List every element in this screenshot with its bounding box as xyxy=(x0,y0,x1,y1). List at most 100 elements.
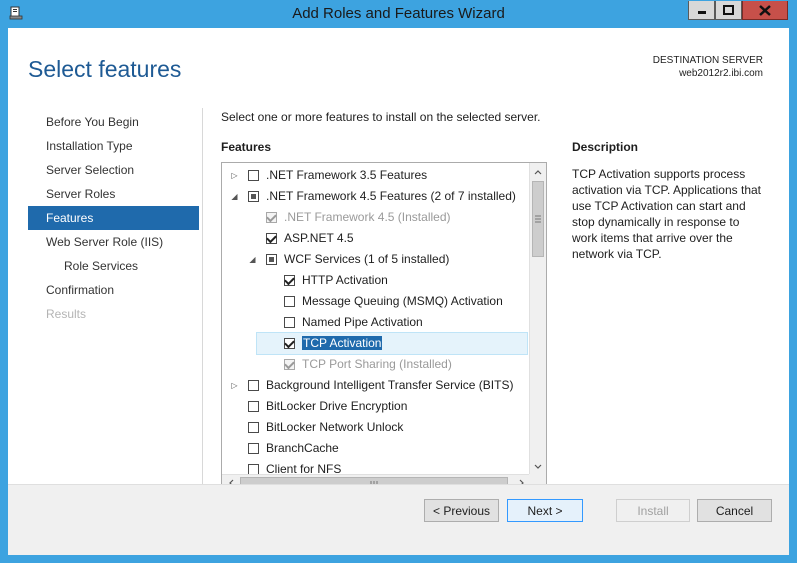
feature-label[interactable]: WCF Services (1 of 5 installed) xyxy=(284,252,449,266)
expanded-triangle-icon[interactable]: ◢ xyxy=(230,192,239,201)
scroll-down-button[interactable] xyxy=(530,458,546,474)
checkmark-icon xyxy=(284,337,295,348)
feature-row[interactable]: ASP.NET 4.5 xyxy=(222,228,530,249)
feature-label-text: .NET Framework 4.5 Features (2 of 7 inst… xyxy=(266,189,516,203)
wizard-nav: Before You Begin Installation Type Server … xyxy=(28,110,199,326)
scroll-up-button[interactable] xyxy=(530,164,546,180)
feature-checkbox xyxy=(284,358,295,370)
close-button[interactable] xyxy=(742,1,788,20)
feature-checkbox[interactable] xyxy=(284,296,295,307)
maximize-icon xyxy=(723,5,734,15)
feature-row[interactable]: ◢ .NET Framework 4.5 Features (2 of 7 ins… xyxy=(222,186,530,207)
nav-item-role-services[interactable]: Role Services xyxy=(28,254,199,278)
expanded-triangle-icon[interactable]: ◢ xyxy=(248,255,257,264)
feature-row[interactable]: BitLocker Network Unlock xyxy=(222,417,530,438)
feature-checkbox[interactable] xyxy=(248,401,259,412)
feature-label[interactable]: .NET Framework 4.5 (Installed) xyxy=(284,210,451,224)
grip-icon xyxy=(535,215,541,223)
feature-label[interactable]: BitLocker Network Unlock xyxy=(266,420,403,434)
feature-checkbox[interactable] xyxy=(266,254,277,265)
minimize-icon xyxy=(697,11,706,14)
nav-item-web-server-role-iis[interactable]: Web Server Role (IIS) xyxy=(28,230,199,254)
feature-label[interactable]: Message Queuing (MSMQ) Activation xyxy=(302,294,503,308)
feature-label-text: WCF Services (1 of 5 installed) xyxy=(284,252,450,266)
checkmark-icon xyxy=(284,274,295,285)
feature-label[interactable]: TCP Activation xyxy=(302,336,383,350)
nav-item-confirmation[interactable]: Confirmation xyxy=(28,278,199,302)
description-heading: Description xyxy=(572,140,639,154)
cancel-button[interactable]: Cancel xyxy=(697,499,772,522)
feature-label[interactable]: .NET Framework 3.5 Features xyxy=(266,168,427,182)
collapsed-triangle-icon[interactable]: ▷ xyxy=(230,171,239,180)
features-tree[interactable]: ▷ .NET Framework 3.5 Features ◢ .NET Framew… xyxy=(221,162,547,492)
feature-label[interactable]: .NET Framework 4.5 Features (2 of 7 inst… xyxy=(266,189,516,203)
nav-item-before-you-begin[interactable]: Before You Begin xyxy=(28,110,199,134)
feature-label[interactable]: Named Pipe Activation xyxy=(302,315,423,329)
minimize-button[interactable] xyxy=(688,1,715,20)
destination-label: DESTINATION SERVER xyxy=(652,55,763,66)
feature-row[interactable]: HTTP Activation xyxy=(222,270,530,291)
feature-checkbox[interactable] xyxy=(248,422,259,433)
feature-label[interactable]: Background Intelligent Transfer Service … xyxy=(266,378,513,392)
feature-checkbox[interactable] xyxy=(284,337,295,349)
vertical-scrollbar[interactable] xyxy=(529,163,546,475)
destination-server: DESTINATION SERVER web2012r2.ibi.com xyxy=(653,54,763,80)
feature-label-text: .NET Framework 4.5 (Installed) xyxy=(284,210,451,224)
feature-label-text: Background Intelligent Transfer Service … xyxy=(266,378,514,392)
feature-label-text: BranchCache xyxy=(266,441,339,455)
feature-checkbox[interactable] xyxy=(284,274,295,286)
feature-row[interactable]: BranchCache xyxy=(222,438,530,459)
feature-checkbox[interactable] xyxy=(248,443,259,454)
feature-row[interactable]: ▷ .NET Framework 3.5 Features xyxy=(222,165,530,186)
feature-label[interactable]: HTTP Activation xyxy=(302,273,388,287)
feature-label[interactable]: ASP.NET 4.5 xyxy=(284,231,354,245)
page-title: Select features xyxy=(28,56,182,82)
feature-row[interactable]: ◢ WCF Services (1 of 5 installed) xyxy=(222,249,530,270)
feature-row[interactable]: ▷ Background Intelligent Transfer Service… xyxy=(222,375,530,396)
close-icon xyxy=(759,4,771,16)
previous-button[interactable]: < Previous xyxy=(424,499,499,522)
feature-checkbox xyxy=(266,211,277,223)
partial-check-icon xyxy=(251,194,256,199)
feature-label-text: HTTP Activation xyxy=(302,273,388,287)
feature-checkbox[interactable] xyxy=(248,191,259,202)
feature-row[interactable]: BitLocker Drive Encryption xyxy=(222,396,530,417)
feature-label[interactable]: TCP Port Sharing (Installed) xyxy=(302,357,452,371)
next-button[interactable]: Next > xyxy=(507,499,583,522)
feature-checkbox[interactable] xyxy=(248,380,259,391)
install-button[interactable]: Install xyxy=(616,499,690,522)
description-text: TCP Activation supports process activati… xyxy=(572,167,761,261)
feature-label-text: TCP Activation xyxy=(302,336,383,350)
nav-item-server-roles[interactable]: Server Roles xyxy=(28,182,199,206)
checkmark-icon xyxy=(284,358,295,369)
vertical-scroll-thumb[interactable] xyxy=(532,181,544,257)
chevron-up-icon xyxy=(534,169,542,174)
feature-label-text: .NET Framework 3.5 Features xyxy=(266,168,428,182)
title-bar[interactable]: Add Roles and Features Wizard xyxy=(0,0,797,28)
collapsed-triangle-icon[interactable]: ▷ xyxy=(230,381,239,390)
maximize-button[interactable] xyxy=(715,1,742,20)
destination-server-name: web2012r2.ibi.com xyxy=(679,68,763,79)
feature-checkbox[interactable] xyxy=(284,317,295,328)
nav-item-features[interactable]: Features xyxy=(28,206,199,230)
feature-row[interactable]: Message Queuing (MSMQ) Activation xyxy=(222,291,530,312)
feature-label-text: Named Pipe Activation xyxy=(302,315,423,329)
feature-row[interactable]: .NET Framework 4.5 (Installed) xyxy=(222,207,530,228)
nav-item-server-selection[interactable]: Server Selection xyxy=(28,158,199,182)
feature-row[interactable]: TCP Activation xyxy=(256,332,528,355)
feature-label-text: Message Queuing (MSMQ) Activation xyxy=(302,294,503,308)
feature-label[interactable]: BitLocker Drive Encryption xyxy=(266,399,407,413)
nav-item-installation-type[interactable]: Installation Type xyxy=(28,134,199,158)
window-title: Add Roles and Features Wizard xyxy=(292,5,505,22)
feature-label-text: BitLocker Network Unlock xyxy=(266,420,404,434)
feature-row[interactable]: Named Pipe Activation xyxy=(222,312,530,333)
feature-checkbox[interactable] xyxy=(248,170,259,181)
checkmark-icon xyxy=(266,211,277,222)
checkmark-icon xyxy=(266,232,277,243)
partial-check-icon xyxy=(269,257,274,262)
feature-label[interactable]: BranchCache xyxy=(266,441,339,455)
feature-row[interactable]: TCP Port Sharing (Installed) xyxy=(222,354,530,375)
nav-item-results: Results xyxy=(46,307,87,321)
feature-checkbox[interactable] xyxy=(266,232,277,244)
nav-divider xyxy=(202,108,203,494)
